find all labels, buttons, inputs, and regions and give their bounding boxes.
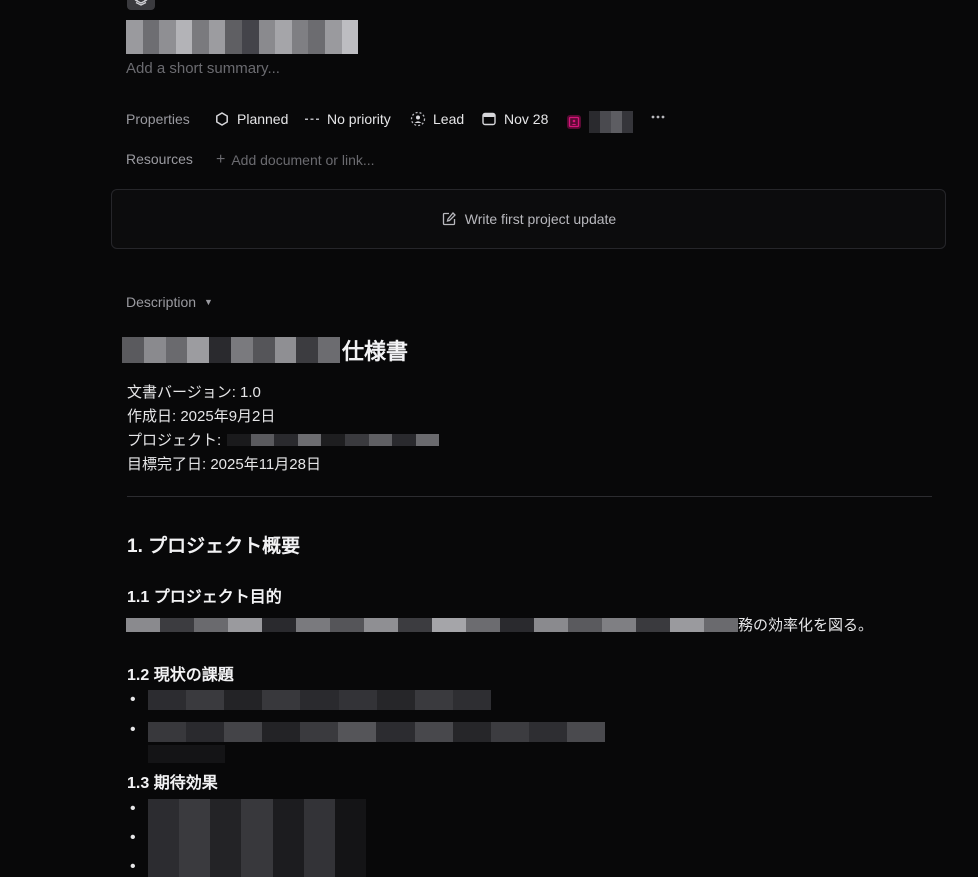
write-update-label: Write first project update — [464, 211, 617, 227]
heading-purpose: 1.1 プロジェクト目的 — [127, 589, 282, 606]
section-divider — [127, 496, 932, 497]
status-property[interactable]: Planned — [214, 111, 288, 127]
planned-status-icon — [216, 112, 228, 126]
doc-project-redacted — [227, 433, 440, 446]
team-icon — [567, 115, 581, 129]
target-date-label: Nov 28 — [504, 111, 549, 127]
description-toggle[interactable]: Description ▼ — [126, 294, 213, 310]
project-icon[interactable] — [127, 0, 155, 10]
issue-item-redacted-tail — [148, 745, 225, 763]
write-update-button[interactable]: Write first project update — [441, 211, 616, 227]
properties-label: Properties — [126, 111, 190, 127]
purpose-text-redacted — [126, 617, 738, 632]
priority-label: No priority — [327, 111, 391, 127]
team-property[interactable] — [566, 111, 633, 133]
description-label: Description — [126, 294, 197, 310]
doc-project-label: プロジェクト: — [127, 432, 222, 449]
bullet-marker: • — [130, 800, 136, 817]
bullet-marker: • — [130, 858, 136, 875]
ellipsis-icon — [651, 115, 665, 119]
doc-target-date: 目標完了日: 2025年11月28日 — [127, 456, 321, 473]
issue-item-redacted — [148, 690, 491, 710]
priority-property[interactable]: No priority — [304, 111, 391, 127]
more-options-button[interactable] — [650, 109, 666, 125]
project-title-redacted[interactable] — [126, 20, 359, 54]
edit-icon — [442, 212, 456, 226]
lead-property[interactable]: Lead — [410, 111, 464, 127]
no-priority-icon — [305, 118, 319, 120]
team-name-redacted — [589, 111, 633, 133]
document-title[interactable]: 仕様書 — [122, 334, 408, 366]
doc-version: 文書バージョン: 1.0 — [127, 384, 261, 401]
bullet-marker: • — [130, 829, 136, 846]
caret-down-icon: ▼ — [204, 297, 213, 307]
project-update-card[interactable]: Write first project update — [111, 189, 946, 249]
lead-user-icon — [410, 111, 426, 127]
status-label: Planned — [237, 111, 289, 127]
purpose-text-tail: 務の効率化を図る。 — [738, 617, 874, 634]
summary-input[interactable]: Add a short summary... — [126, 60, 280, 77]
calendar-icon — [482, 112, 496, 126]
add-resource-label: Add document or link... — [231, 152, 375, 168]
lead-label: Lead — [433, 111, 465, 127]
document-title-redacted — [122, 337, 340, 363]
doc-project: プロジェクト: — [127, 429, 440, 450]
target-date-property[interactable]: Nov 28 — [481, 111, 548, 127]
heading-effects: 1.3 期待効果 — [127, 775, 218, 792]
resources-label: Resources — [126, 151, 193, 167]
heading-issues: 1.2 現状の課題 — [127, 667, 234, 684]
effect-items-redacted — [148, 799, 366, 877]
document-title-suffix: 仕様書 — [342, 339, 409, 364]
bullet-marker: • — [130, 721, 136, 738]
heading-overview: 1. プロジェクト概要 — [127, 536, 301, 557]
plus-icon: + — [216, 151, 226, 168]
issue-item-redacted — [148, 722, 605, 742]
purpose-paragraph: 務の効率化を図る。 — [126, 614, 873, 635]
doc-created-date: 作成日: 2025年9月2日 — [127, 408, 276, 425]
add-resource-button[interactable]: + Add document or link... — [216, 151, 375, 169]
bullet-marker: • — [130, 691, 136, 708]
